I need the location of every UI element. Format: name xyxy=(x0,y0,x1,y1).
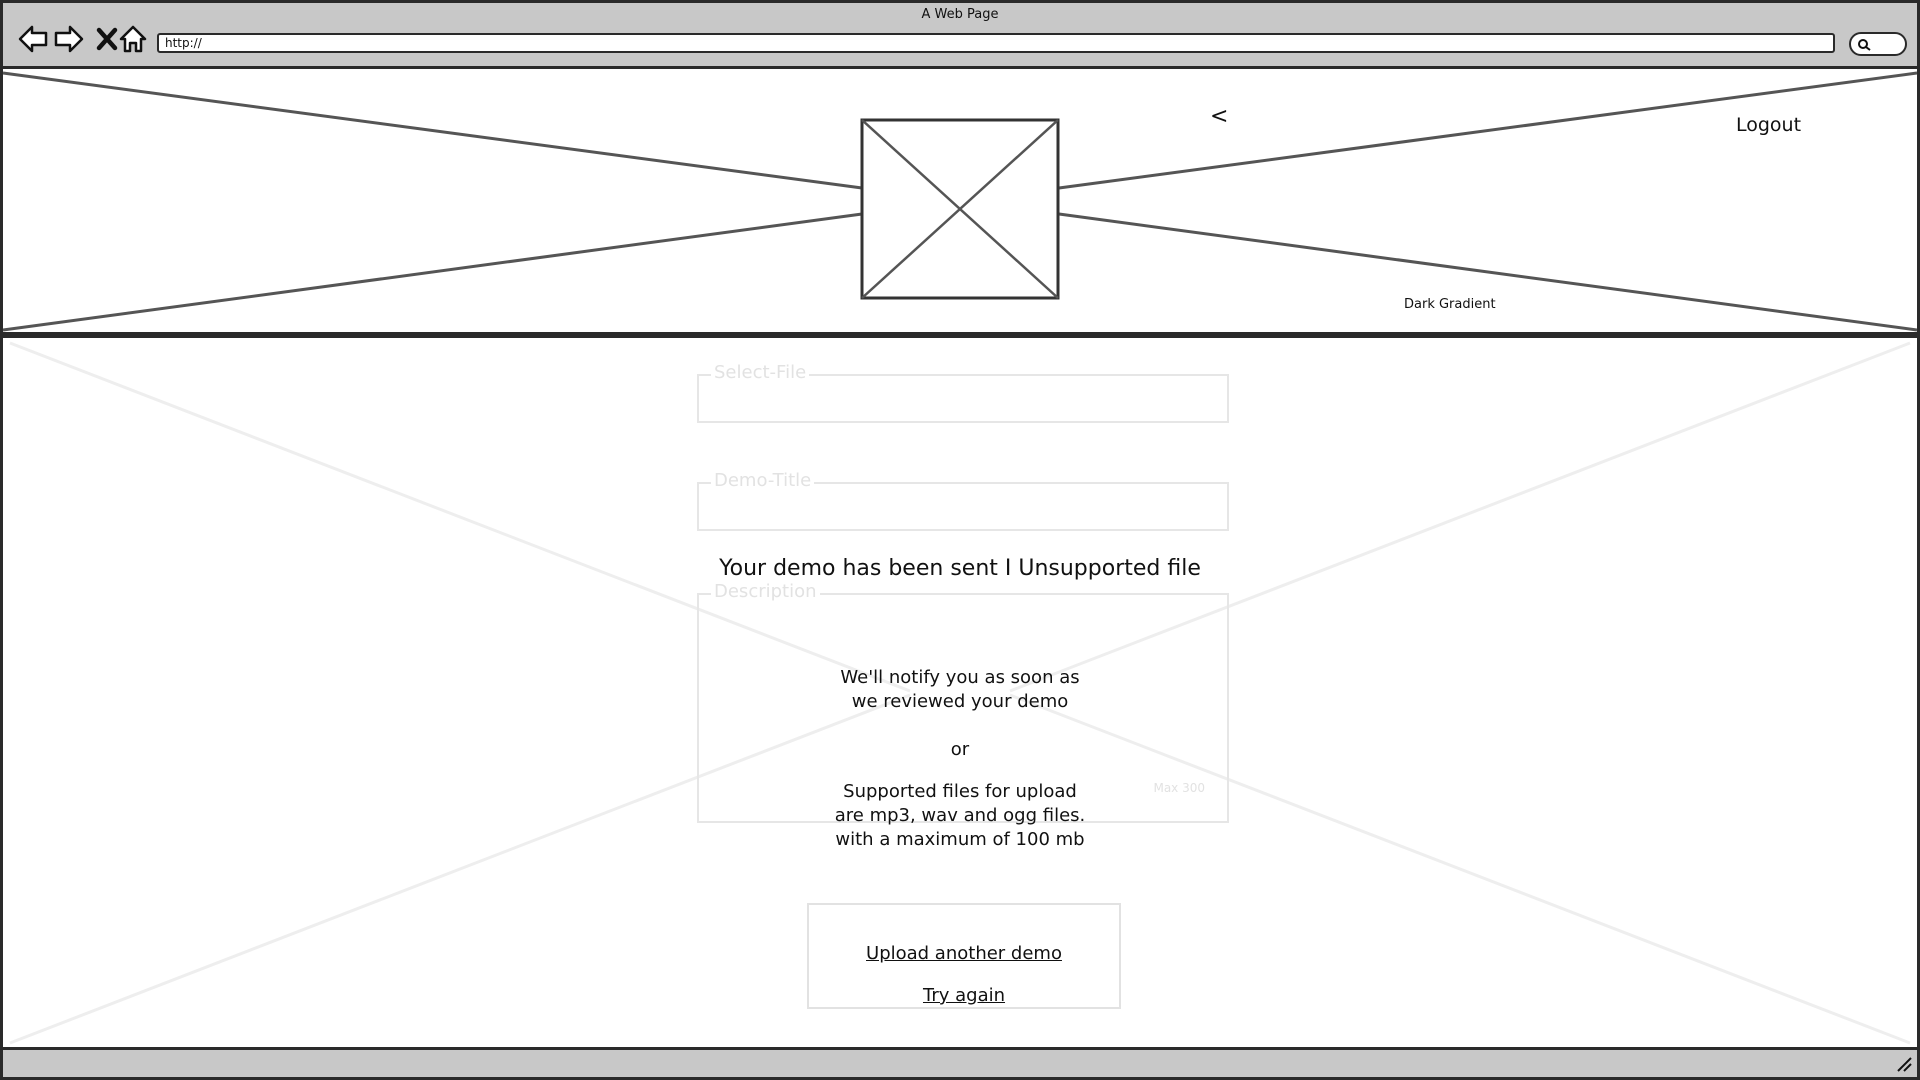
action-panel: Upload another demo Try again xyxy=(807,903,1121,1009)
error-text-line2: are mp3, wav and ogg files. xyxy=(834,805,1086,826)
try-again-link[interactable]: Try again xyxy=(809,985,1119,1006)
result-message: We'll notify you as soon as we reviewed … xyxy=(760,666,1160,852)
resize-grip-icon[interactable] xyxy=(1895,1055,1913,1073)
logout-link[interactable]: Logout xyxy=(1736,114,1801,136)
success-text-line1: We'll notify you as soon as xyxy=(840,667,1080,688)
result-title: Your demo has been sent I Unsupported fi… xyxy=(719,556,1201,581)
select-file-label: Select-File xyxy=(711,362,810,383)
upload-another-demo-link[interactable]: Upload another demo xyxy=(809,943,1119,964)
background-label: Dark Gradient xyxy=(1404,297,1496,312)
demo-title-label: Demo-Title xyxy=(711,470,815,491)
success-text-line2: we reviewed your demo xyxy=(851,691,1069,712)
select-file-field: Select-File xyxy=(697,362,1229,423)
error-text-line1: Supported files for upload xyxy=(843,781,1077,802)
description-label: Description xyxy=(711,581,820,602)
demo-title-field: Demo-Title xyxy=(697,470,1229,531)
logo-placeholder-icon xyxy=(860,118,1060,300)
description-counter: Max 300 xyxy=(1153,781,1205,795)
back-chevron-button[interactable]: < xyxy=(1210,104,1228,129)
browser-statusbar xyxy=(0,1050,1920,1080)
browser-window: A Web Page http:// < Logout Dark Gradien… xyxy=(0,0,1920,1080)
error-text-line3: with a maximum of 100 mb xyxy=(835,829,1085,850)
or-separator: or xyxy=(950,739,970,760)
